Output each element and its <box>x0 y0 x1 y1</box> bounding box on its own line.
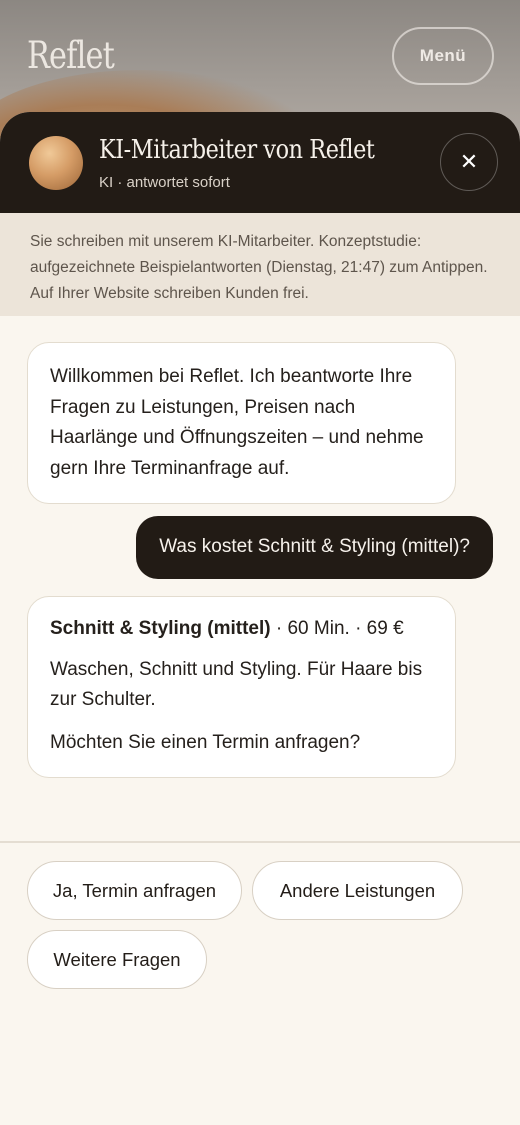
quick-replies-divider <box>0 841 520 843</box>
close-icon: ✕ <box>459 149 479 174</box>
quick-reply-more-questions[interactable]: Weitere Fragen <box>27 930 207 989</box>
bot-message: Willkommen bei Reflet. Ich beantworte Ih… <box>27 342 456 504</box>
bot-message-text: Willkommen bei Reflet. Ich beantworte Ih… <box>50 366 424 479</box>
service-meta: · 60 Min. · 69 € <box>270 618 404 639</box>
service-question: Möchten Sie einen Termin anfragen? <box>50 731 361 753</box>
chat-header: KI-Mitarbeiter von Reflet KI · antwortet… <box>0 112 520 213</box>
quick-reply-book[interactable]: Ja, Termin anfragen <box>27 861 242 920</box>
close-button[interactable]: ✕ <box>440 133 498 191</box>
user-message-text: Was kostet Schnitt & Styling (mittel)? <box>159 536 470 557</box>
service-name: Schnitt & Styling (mittel) <box>50 618 271 639</box>
agent-status: KI · antwortet sofort <box>99 174 230 191</box>
service-description: Waschen, Schnitt und Styling. Für Haare … <box>50 658 423 711</box>
service-line: Schnitt & Styling (mittel) · 60 Min. · 6… <box>50 614 433 645</box>
bot-message-service: Schnitt & Styling (mittel) · 60 Min. · 6… <box>27 596 456 778</box>
user-message: Was kostet Schnitt & Styling (mittel)? <box>136 516 493 579</box>
agent-name: KI-Mitarbeiter von Reflet <box>99 135 375 165</box>
agent-avatar <box>29 136 83 190</box>
quick-reply-other-services[interactable]: Andere Leistungen <box>252 861 463 920</box>
site-logo[interactable]: Reflet <box>27 34 115 77</box>
menu-button[interactable]: Menü <box>392 27 494 85</box>
chat-notice: Sie schreiben mit unserem KI-Mitarbeiter… <box>0 213 520 316</box>
